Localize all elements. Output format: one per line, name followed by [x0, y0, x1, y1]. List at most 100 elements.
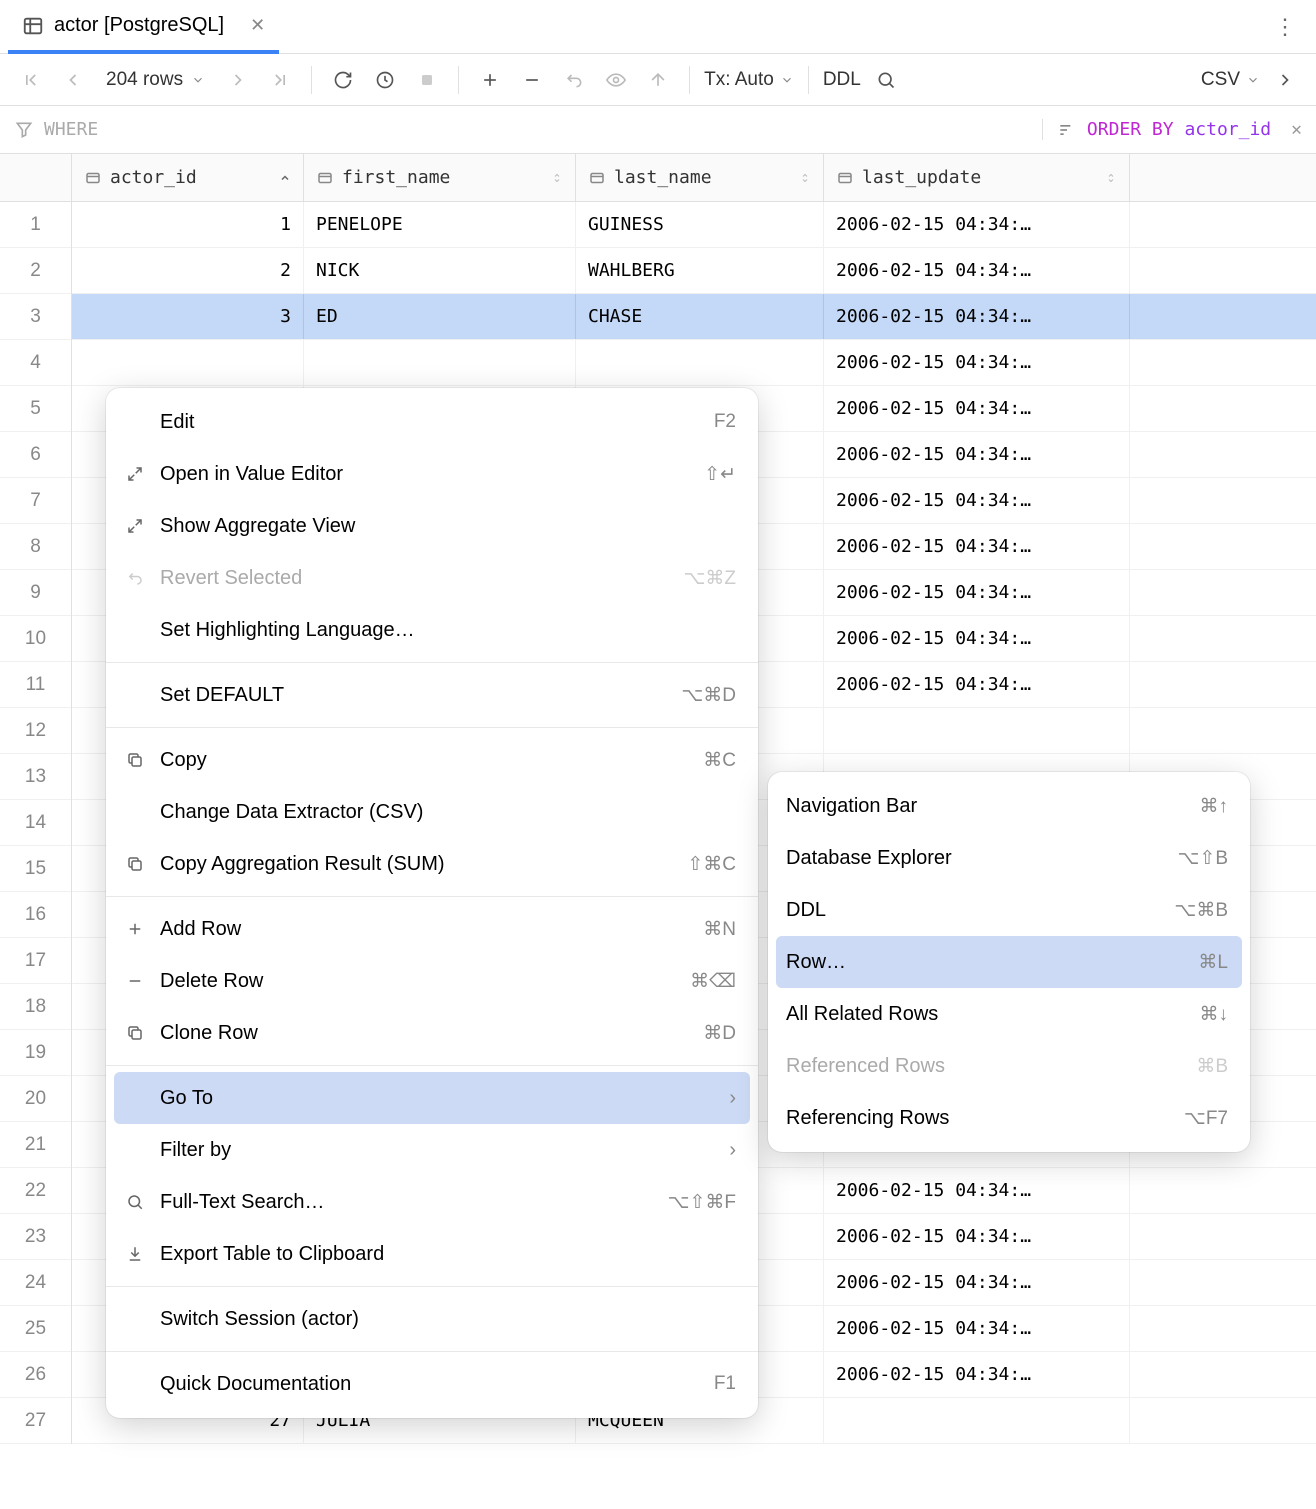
column-header-first-name[interactable]: first_name: [304, 154, 576, 201]
submit-button[interactable]: [641, 63, 675, 97]
menu-item-copy[interactable]: Copy ⌘C: [106, 734, 758, 786]
row-number[interactable]: 15: [0, 846, 71, 892]
cell-last-update[interactable]: [824, 708, 1130, 753]
cell-last-update[interactable]: 2006-02-15 04:34:…: [824, 1352, 1130, 1397]
table-row[interactable]: 3EDCHASE2006-02-15 04:34:…: [72, 294, 1316, 340]
cell-last-update[interactable]: 2006-02-15 04:34:…: [824, 570, 1130, 615]
row-number[interactable]: 9: [0, 570, 71, 616]
tab-actor[interactable]: actor [PostgreSQL] ✕: [8, 1, 279, 54]
column-header-last-name[interactable]: last_name: [576, 154, 824, 201]
cell-last-update[interactable]: 2006-02-15 04:34:…: [824, 386, 1130, 431]
cell-actor-id[interactable]: 2: [72, 248, 304, 293]
row-number[interactable]: 8: [0, 524, 71, 570]
cell-last-update[interactable]: 2006-02-15 04:34:…: [824, 524, 1130, 569]
cell-last-name[interactable]: CHASE: [576, 294, 824, 339]
submenu-item-db-explorer[interactable]: Database Explorer ⌥⇧B: [768, 832, 1250, 884]
order-clause[interactable]: ORDER BY actor_id ✕: [1042, 119, 1316, 140]
menu-item-edit[interactable]: Edit F2: [106, 396, 758, 448]
cell-last-update[interactable]: 2006-02-15 04:34:…: [824, 432, 1130, 477]
cell-actor-id[interactable]: [72, 340, 304, 385]
cell-last-update[interactable]: 2006-02-15 04:34:…: [824, 478, 1130, 523]
revert-button[interactable]: [557, 63, 591, 97]
row-number[interactable]: 2: [0, 248, 71, 294]
menu-item-quick-doc[interactable]: Quick Documentation F1: [106, 1358, 758, 1410]
first-page-button[interactable]: [14, 63, 48, 97]
row-number[interactable]: 11: [0, 662, 71, 708]
export-format-dropdown[interactable]: CSV: [1201, 69, 1260, 91]
search-button[interactable]: [869, 63, 903, 97]
row-number[interactable]: 4: [0, 340, 71, 386]
more-menu-icon[interactable]: ⋮: [1262, 14, 1308, 40]
cell-first-name[interactable]: PENELOPE: [304, 202, 576, 247]
menu-item-clone-row[interactable]: Clone Row ⌘D: [106, 1007, 758, 1059]
row-number[interactable]: 6: [0, 432, 71, 478]
menu-item-set-default[interactable]: Set DEFAULT ⌥⌘D: [106, 669, 758, 721]
row-number[interactable]: 21: [0, 1122, 71, 1168]
cell-last-update[interactable]: 2006-02-15 04:34:…: [824, 662, 1130, 707]
submenu-item-all-related[interactable]: All Related Rows ⌘↓: [768, 988, 1250, 1040]
row-number[interactable]: 10: [0, 616, 71, 662]
menu-item-goto[interactable]: Go To ›: [114, 1072, 750, 1124]
cell-first-name[interactable]: ED: [304, 294, 576, 339]
row-number[interactable]: 26: [0, 1352, 71, 1398]
cell-last-update[interactable]: 2006-02-15 04:34:…: [824, 1214, 1130, 1259]
row-number[interactable]: 17: [0, 938, 71, 984]
row-number[interactable]: 22: [0, 1168, 71, 1214]
menu-item-highlight-lang[interactable]: Set Highlighting Language…: [106, 604, 758, 656]
row-number[interactable]: 14: [0, 800, 71, 846]
row-number[interactable]: 25: [0, 1306, 71, 1352]
close-tab-icon[interactable]: ✕: [250, 15, 265, 36]
menu-item-delete-row[interactable]: Delete Row ⌘⌫: [106, 955, 758, 1007]
where-clause-input[interactable]: WHERE: [0, 119, 1042, 140]
row-number[interactable]: 24: [0, 1260, 71, 1306]
cell-last-name[interactable]: GUINESS: [576, 202, 824, 247]
preview-button[interactable]: [599, 63, 633, 97]
submenu-item-row[interactable]: Row… ⌘L: [776, 936, 1242, 988]
menu-item-add-row[interactable]: Add Row ⌘N: [106, 903, 758, 955]
refresh-button[interactable]: [326, 63, 360, 97]
cell-last-update[interactable]: 2006-02-15 04:34:…: [824, 294, 1130, 339]
submenu-item-referencing[interactable]: Referencing Rows ⌥F7: [768, 1092, 1250, 1144]
menu-item-aggregate-view[interactable]: Show Aggregate View: [106, 500, 758, 552]
row-number[interactable]: 23: [0, 1214, 71, 1260]
cell-actor-id[interactable]: 3: [72, 294, 304, 339]
clear-order-icon[interactable]: ✕: [1291, 119, 1302, 140]
column-header-actor-id[interactable]: actor_id: [72, 154, 304, 201]
submenu-item-nav-bar[interactable]: Navigation Bar ⌘↑: [768, 780, 1250, 832]
cell-first-name[interactable]: NICK: [304, 248, 576, 293]
row-number[interactable]: 5: [0, 386, 71, 432]
menu-item-fts[interactable]: Full-Text Search… ⌥⇧⌘F: [106, 1176, 758, 1228]
row-number[interactable]: 1: [0, 202, 71, 248]
row-number[interactable]: 19: [0, 1030, 71, 1076]
row-number[interactable]: 27: [0, 1398, 71, 1444]
table-row[interactable]: 2NICKWAHLBERG2006-02-15 04:34:…: [72, 248, 1316, 294]
row-number[interactable]: 16: [0, 892, 71, 938]
menu-item-switch-session[interactable]: Switch Session (actor): [106, 1293, 758, 1345]
cell-last-name[interactable]: [576, 340, 824, 385]
menu-item-export[interactable]: Export Table to Clipboard: [106, 1228, 758, 1280]
row-number[interactable]: 3: [0, 294, 71, 340]
cell-last-name[interactable]: WAHLBERG: [576, 248, 824, 293]
last-page-button[interactable]: [263, 63, 297, 97]
cell-last-update[interactable]: 2006-02-15 04:34:…: [824, 1260, 1130, 1305]
prev-page-button[interactable]: [56, 63, 90, 97]
cell-actor-id[interactable]: 1: [72, 202, 304, 247]
cell-last-update[interactable]: 2006-02-15 04:34:…: [824, 616, 1130, 661]
table-row[interactable]: 2006-02-15 04:34:…: [72, 340, 1316, 386]
auto-refresh-button[interactable]: [368, 63, 402, 97]
cell-last-update[interactable]: 2006-02-15 04:34:…: [824, 248, 1130, 293]
cell-last-update[interactable]: 2006-02-15 04:34:…: [824, 340, 1130, 385]
ddl-button[interactable]: DDL: [823, 69, 861, 91]
cancel-button[interactable]: [410, 63, 444, 97]
row-number[interactable]: 18: [0, 984, 71, 1030]
cell-last-update[interactable]: 2006-02-15 04:34:…: [824, 202, 1130, 247]
menu-item-change-extractor[interactable]: Change Data Extractor (CSV): [106, 786, 758, 838]
row-number[interactable]: 13: [0, 754, 71, 800]
submenu-item-ddl[interactable]: DDL ⌥⌘B: [768, 884, 1250, 936]
cell-first-name[interactable]: [304, 340, 576, 385]
menu-item-value-editor[interactable]: Open in Value Editor ⇧↵: [106, 448, 758, 500]
overflow-chevron-icon[interactable]: [1268, 63, 1302, 97]
row-count-dropdown[interactable]: 204 rows: [98, 69, 213, 91]
row-number[interactable]: 20: [0, 1076, 71, 1122]
cell-last-update[interactable]: [824, 1398, 1130, 1443]
